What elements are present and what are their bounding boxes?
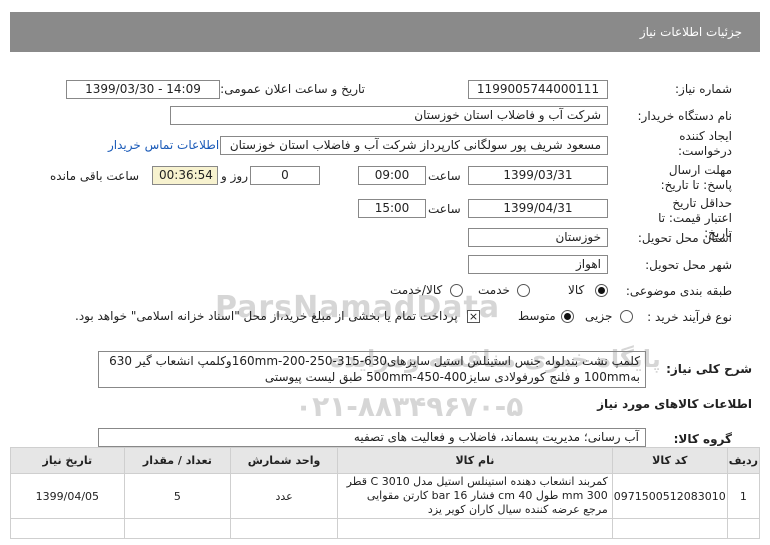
treasury-checkbox[interactable]: ⨯ <box>467 310 480 323</box>
contact-info-link[interactable]: اطلاعات تماس خریدار <box>108 138 219 153</box>
goods-section-title: اطلاعات کالاهای مورد نیاز <box>597 397 752 411</box>
table-row[interactable] <box>10 518 761 539</box>
process-minor-radio[interactable] <box>620 310 633 323</box>
deadline-time-label: ساعت <box>428 169 461 183</box>
items-table-header: ردیف کد کالا نام کالا واحد شمارش تعداد /… <box>10 447 761 474</box>
creator-label: ایجاد کننده درخواست: <box>678 129 732 158</box>
need-number-label: شماره نیاز: <box>675 82 732 96</box>
col-name-header: نام کالا <box>337 447 613 474</box>
watermark-line2: ۰۲۱-۸۸۳۴۹۶۷۰-۵ <box>295 390 524 423</box>
category-goods-label: کالا <box>568 283 585 297</box>
category-both-radio[interactable] <box>450 284 463 297</box>
process-medium-radio[interactable] <box>561 310 574 323</box>
days-field[interactable]: 0 <box>250 166 320 185</box>
process-medium-label: متوسط <box>518 309 556 323</box>
remaining-label: ساعت باقی مانده <box>50 169 140 183</box>
deadline-time-field[interactable]: 09:00 <box>358 166 426 185</box>
remaining-time-field: 00:36:54 <box>152 166 218 185</box>
row-index: 1 <box>726 473 761 519</box>
page-title: جزئیات اطلاعات نیاز <box>639 25 742 39</box>
creator-field[interactable]: مسعود شریف پور سولگانی کارپرداز شرکت آب … <box>220 136 608 155</box>
category-goods-radio[interactable] <box>595 284 608 297</box>
row-name: کمربند انشعاب دهنده استینلس استیل مدل C … <box>337 473 613 519</box>
announce-field[interactable]: 1399/03/30 - 14:09 <box>66 80 220 99</box>
buyer-field[interactable]: شرکت آب و فاضلاب استان خوزستان <box>170 106 608 125</box>
process-label: نوع فرآیند خرید : <box>647 310 732 324</box>
goods-group-label: گروه کالا: <box>673 432 732 446</box>
validity-time-label: ساعت <box>428 202 461 216</box>
row-unit: عدد <box>230 473 339 519</box>
province-field[interactable]: خوزستان <box>468 228 608 247</box>
row-qty: 5 <box>123 473 232 519</box>
description-label: شرح کلی نیاز: <box>666 362 752 376</box>
process-minor-label: جزیی <box>585 309 613 323</box>
items-table: ردیف کد کالا نام کالا واحد شمارش تعداد /… <box>10 447 761 539</box>
goods-group-field: آب رسانی؛ مدیریت پسماند، فاضلاب و فعالیت… <box>98 428 646 447</box>
announce-label: تاریخ و ساعت اعلان عمومی: <box>220 82 365 96</box>
province-label: استان محل تحویل: <box>637 231 732 245</box>
description-field: کلمپ نشت بندلوله جنس استینلس استیل سایزه… <box>98 351 646 388</box>
deadline-date-field[interactable]: 1399/03/31 <box>468 166 608 185</box>
deadline-label: مهلت ارسال پاسخ: تا تاریخ: <box>660 163 732 192</box>
city-label: شهر محل تحویل: <box>645 258 732 272</box>
need-details-page: جزئیات اطلاعات نیاز ParsNamadData پایگاه… <box>0 0 770 545</box>
need-number-field[interactable]: 1199005744000111 <box>468 80 608 99</box>
row-date: 1399/04/05 <box>10 473 125 519</box>
buyer-label: نام دستگاه خریدار: <box>637 109 733 123</box>
col-code-header: کد کالا <box>611 447 728 474</box>
validity-date-field[interactable]: 1399/04/31 <box>468 199 608 218</box>
validity-time-field[interactable]: 15:00 <box>358 199 426 218</box>
category-service-label: خدمت <box>478 283 510 297</box>
category-label: طبقه بندی موضوعی: <box>625 284 732 298</box>
category-service-radio[interactable] <box>517 284 530 297</box>
city-field[interactable]: اهواز <box>468 255 608 274</box>
col-unit-header: واحد شمارش <box>230 447 339 474</box>
col-index-header: ردیف <box>726 447 761 474</box>
table-row[interactable]: 1 0971500512083010 کمربند انشعاب دهنده ا… <box>10 473 761 519</box>
days-label: روز و <box>221 169 248 183</box>
payment-note: پرداخت تمام یا بخشی از مبلغ خرید،از محل … <box>75 309 458 323</box>
col-date-header: تاریخ نیاز <box>10 447 125 474</box>
page-header: جزئیات اطلاعات نیاز <box>10 12 760 52</box>
row-code: 0971500512083010 <box>611 473 728 519</box>
col-qty-header: تعداد / مقدار <box>123 447 232 474</box>
category-both-label: کالا/خدمت <box>390 283 443 297</box>
